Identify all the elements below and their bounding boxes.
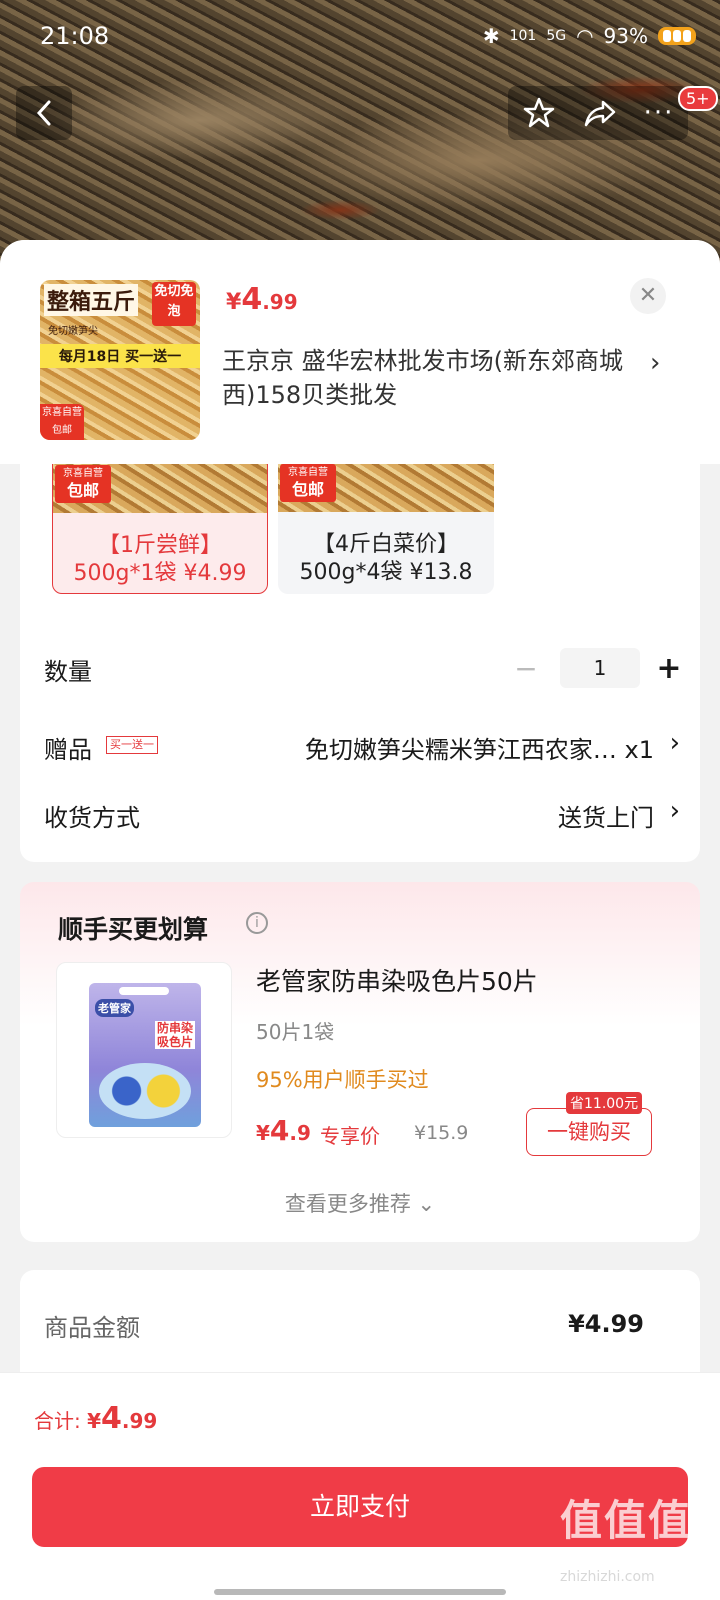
chevron-right-icon: › bbox=[669, 728, 680, 758]
checkout-footer: 合计: ¥4.99 立即支付 值值值 zhizhizhi.com bbox=[0, 1372, 720, 1600]
close-icon: ✕ bbox=[638, 283, 658, 308]
delivery-value: 送货上门 bbox=[558, 804, 654, 832]
original-price: ¥15.9 bbox=[414, 1122, 469, 1144]
bluetooth-icon: ✱ bbox=[482, 24, 500, 48]
chevron-right-icon: › bbox=[669, 796, 680, 826]
wifi-icon: ◠ bbox=[576, 24, 594, 48]
recommend-product-image[interactable]: 老管家 防串染吸色片 bbox=[56, 962, 232, 1138]
quantity-stepper: − 1 + bbox=[506, 648, 684, 688]
option-price: 500g*4袋 ¥13.8 bbox=[299, 560, 473, 585]
gift-row[interactable]: 赠品 买一送一 免切嫩笋尖糯米笋江西农家… x1 › bbox=[44, 726, 684, 766]
home-indicator[interactable] bbox=[214, 1589, 506, 1595]
quantity-input[interactable]: 1 bbox=[560, 648, 640, 688]
decrease-button[interactable]: − bbox=[506, 652, 546, 685]
amount-label: 商品金额 bbox=[44, 1314, 140, 1342]
delivery-label: 收货方式 bbox=[44, 804, 140, 832]
share-icon[interactable] bbox=[583, 96, 617, 130]
star-icon[interactable] bbox=[522, 96, 556, 130]
one-click-buy-button[interactable]: 一键购买 bbox=[526, 1108, 652, 1156]
recommend-spec: 50片1袋 bbox=[256, 1020, 335, 1044]
product-thumbnail: 整箱五斤 免切免泡 免切嫩笋尖 每月18日 买一送一 京喜自营包邮 bbox=[40, 280, 200, 440]
watermark-logo: 值值值 bbox=[560, 1496, 693, 1545]
notification-badge: 5+ bbox=[678, 86, 718, 111]
recommend-title: 顺手买更划算 bbox=[58, 915, 209, 944]
option-price: 500g*1袋 ¥4.99 bbox=[73, 561, 247, 586]
signal-icon: 5G bbox=[546, 28, 567, 44]
recommend-product-name[interactable]: 老管家防串染吸色片50片 bbox=[256, 962, 538, 998]
see-more-recommend[interactable]: 查看更多推荐 ⌄ bbox=[20, 1188, 700, 1218]
top-actions: ··· bbox=[508, 86, 688, 140]
total-price: 合计: ¥4.99 bbox=[34, 1401, 158, 1436]
back-button[interactable] bbox=[16, 86, 72, 140]
battery-icon bbox=[658, 27, 696, 45]
option-tag: 京喜自营 包邮 bbox=[55, 465, 111, 503]
net-speed: 101 bbox=[509, 28, 537, 44]
recommend-price: ¥4.9 bbox=[256, 1114, 311, 1147]
option-1jin[interactable]: 京喜自营 包邮 【1斤尝鲜】 500g*1袋 ¥4.99 bbox=[52, 448, 268, 594]
status-time: 21:08 bbox=[40, 22, 110, 50]
amount-value: ¥4.99 bbox=[568, 1310, 644, 1338]
option-4jin[interactable]: 京喜自营 包邮 【4斤白菜价】 500g*4袋 ¥13.8 bbox=[278, 448, 494, 594]
more-icon[interactable]: ··· bbox=[644, 98, 675, 128]
recommend-card: 顺手买更划算 i 老管家 防串染吸色片 老管家防串染吸色片50片 50片1袋 9… bbox=[20, 882, 700, 1242]
increase-button[interactable]: + bbox=[654, 651, 684, 686]
delivery-address[interactable]: 王京京 盛华宏林批发市场(新东郊商城西)158贝类批发 bbox=[222, 344, 642, 412]
battery-percent: 93% bbox=[603, 24, 648, 48]
recommend-buy-rate: 95%用户顺手买过 bbox=[256, 1068, 429, 1092]
gift-label: 赠品 bbox=[44, 736, 92, 764]
gift-value: 免切嫩笋尖糯米笋江西农家… x1 bbox=[304, 736, 654, 764]
chevron-right-icon[interactable]: › bbox=[650, 348, 660, 378]
watermark-url: zhizhizhi.com bbox=[560, 1569, 655, 1585]
option-tag: 京喜自营 包邮 bbox=[280, 464, 336, 502]
chevron-left-icon bbox=[36, 100, 51, 126]
quantity-label: 数量 bbox=[44, 658, 92, 686]
close-button[interactable]: ✕ bbox=[630, 278, 666, 314]
options-card: 京喜自营 包邮 【1斤尝鲜】 500g*1袋 ¥4.99 京喜自营 包邮 【4斤白菜… bbox=[20, 440, 700, 862]
gift-tag: 买一送一 bbox=[106, 736, 158, 754]
info-icon[interactable]: i bbox=[246, 912, 268, 934]
product-price: ¥4.99 bbox=[226, 282, 298, 317]
quantity-row: 数量 − 1 + bbox=[44, 648, 684, 688]
status-bar: 21:08 ✱ 101 5G ◠ 93% bbox=[0, 0, 720, 72]
exclusive-label: 专享价 bbox=[320, 1124, 380, 1148]
delivery-row[interactable]: 收货方式 送货上门 › bbox=[44, 794, 684, 834]
save-badge: 省11.00元 bbox=[566, 1092, 643, 1114]
sheet-header: 整箱五斤 免切免泡 免切嫩笋尖 每月18日 买一送一 京喜自营包邮 ¥4.99 … bbox=[0, 240, 720, 464]
